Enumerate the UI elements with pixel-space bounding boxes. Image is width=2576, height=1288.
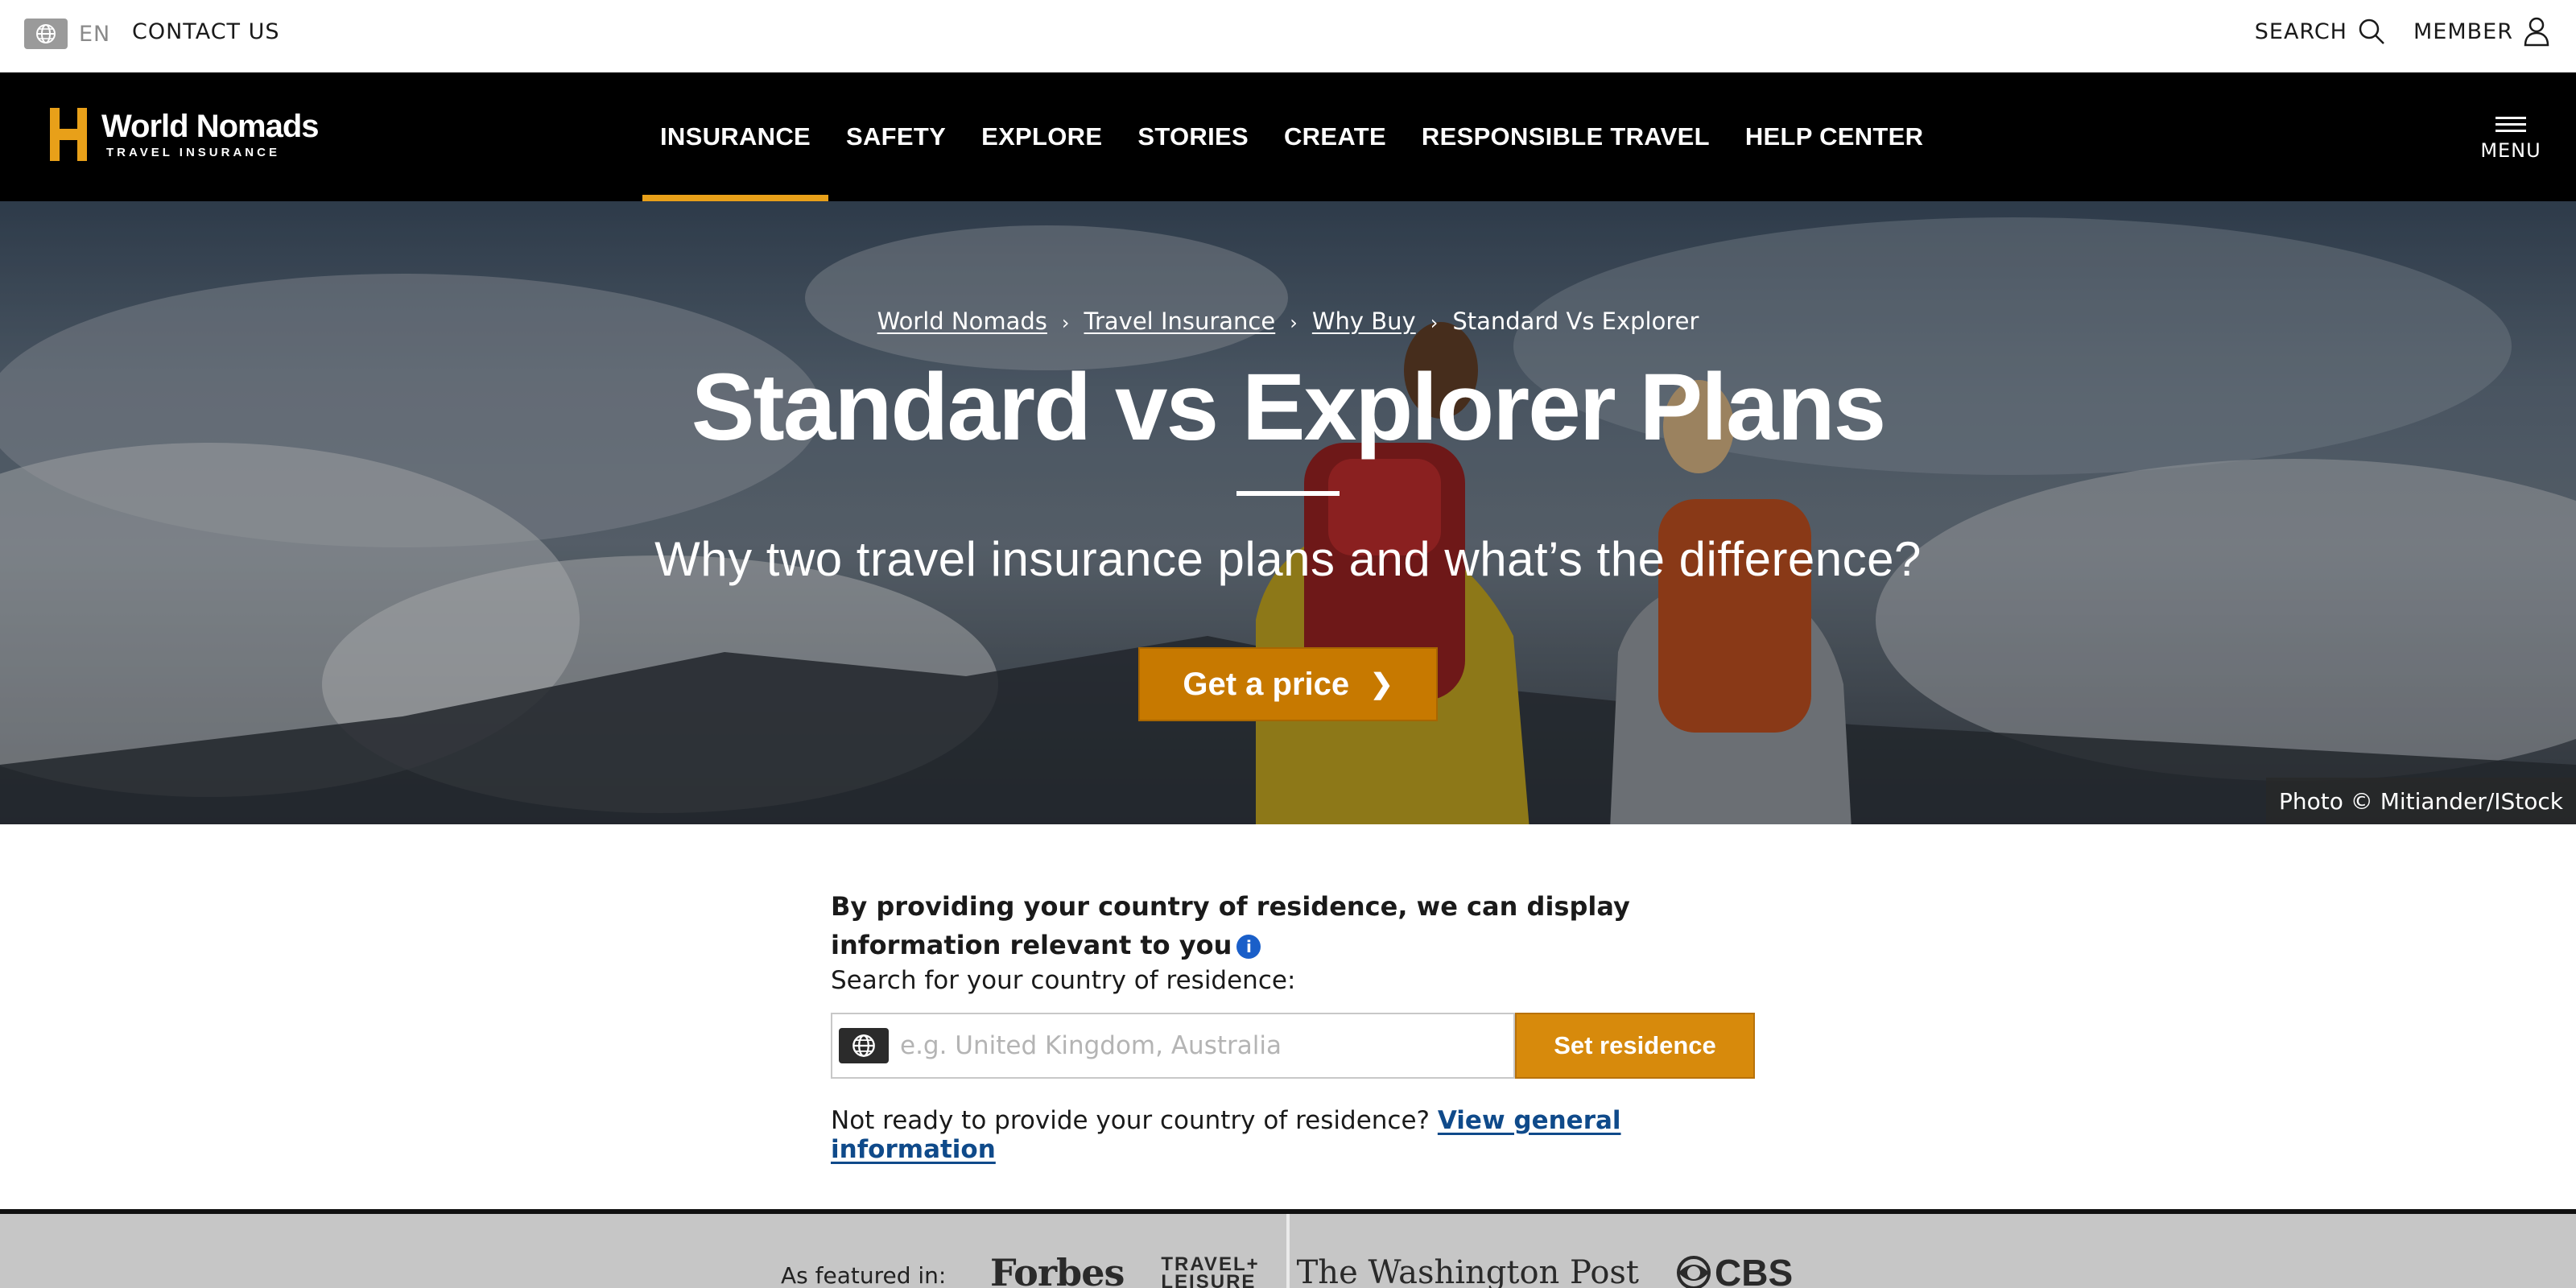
- set-residence-button[interactable]: Set residence: [1515, 1013, 1755, 1079]
- language-selector[interactable]: EN: [24, 18, 110, 50]
- logo-title: World Nomads: [101, 108, 320, 144]
- cbs-logo: CBS: [1676, 1251, 1793, 1288]
- search-button[interactable]: SEARCH: [2255, 17, 2386, 46]
- language-code: EN: [79, 21, 111, 47]
- utility-bar: EN CONTACT US SEARCH MEMBER: [0, 0, 2576, 72]
- contact-us-link[interactable]: CONTACT US: [132, 19, 280, 44]
- featured-logos: Forbes TRAVEL+ LEISURE The Washington Po…: [990, 1251, 1793, 1288]
- residence-lead-text: By providing your country of residence, …: [831, 887, 1757, 964]
- menu-button[interactable]: MENU: [2480, 113, 2541, 162]
- get-a-price-label: Get a price: [1183, 666, 1350, 702]
- globe-icon: [24, 19, 68, 49]
- residence-note: Not ready to provide your country of res…: [831, 1106, 1757, 1164]
- nav-item-explore[interactable]: EXPLORE: [964, 72, 1120, 201]
- travel-leisure-line-2: LEISURE: [1161, 1271, 1257, 1288]
- nav-item-stories[interactable]: STORIES: [1120, 72, 1266, 201]
- world-nomads-logo[interactable]: World Nomads TRAVEL INSURANCE: [47, 105, 320, 164]
- hamburger-icon: [2496, 113, 2526, 136]
- forbes-logo: Forbes: [990, 1251, 1125, 1288]
- photo-credit: Photo © Mitiander/IStock: [2266, 778, 2576, 824]
- nav-item-insurance[interactable]: INSURANCE: [642, 72, 828, 201]
- travel-leisure-logo: TRAVEL+ LEISURE: [1161, 1255, 1259, 1288]
- get-a-price-button[interactable]: Get a price ❯: [1138, 647, 1438, 721]
- hero-banner: World Nomads › Travel Insurance › Why Buy › St…: [0, 201, 2576, 824]
- nav-item-help-center[interactable]: HELP CENTER: [1728, 72, 1941, 201]
- hero-overlay: [0, 201, 2576, 824]
- cbs-eye-icon: [1677, 1256, 1711, 1288]
- search-icon: [2359, 19, 2384, 44]
- nav-item-create[interactable]: CREATE: [1266, 72, 1404, 201]
- logo-subtitle: TRAVEL INSURANCE: [106, 145, 280, 159]
- menu-label: MENU: [2480, 139, 2541, 162]
- nav-item-responsible-travel[interactable]: RESPONSIBLE TRAVEL: [1404, 72, 1728, 201]
- globe-icon: [839, 1028, 889, 1063]
- page-subtitle: Why two travel insurance plans and what’…: [654, 532, 1922, 586]
- residence-lead: By providing your country of residence, …: [831, 891, 1630, 960]
- main-navigation: World Nomads TRAVEL INSURANCE INSURANCE …: [0, 72, 2576, 201]
- country-search-placeholder: e.g. United Kingdom, Australia: [900, 1031, 1282, 1060]
- page-title: Standard vs Explorer Plans: [691, 354, 1887, 460]
- residence-panel: By providing your country of residence, …: [831, 887, 1757, 1164]
- washington-post-logo: The Washington Post: [1296, 1254, 1639, 1288]
- primary-nav-list: INSURANCE SAFETY EXPLORE STORIES CREATE …: [642, 72, 1941, 201]
- title-underline: [1236, 491, 1340, 496]
- member-button[interactable]: MEMBER: [2413, 16, 2552, 47]
- logo-mark-icon: [50, 108, 87, 161]
- user-icon: [2524, 17, 2549, 47]
- breadcrumb-why-buy[interactable]: Why Buy: [1312, 308, 1416, 335]
- country-search-input[interactable]: e.g. United Kingdom, Australia: [831, 1013, 1515, 1079]
- breadcrumb-travel-insurance[interactable]: Travel Insurance: [1084, 308, 1276, 335]
- nav-item-safety[interactable]: SAFETY: [828, 72, 964, 201]
- residence-form: e.g. United Kingdom, Australia Set resid…: [831, 1013, 1757, 1079]
- chevron-right-icon: ❯: [1370, 669, 1393, 700]
- chevron-right-icon: ›: [1290, 312, 1298, 334]
- info-icon[interactable]: i: [1236, 935, 1261, 959]
- chevron-right-icon: ›: [1061, 312, 1070, 334]
- featured-in-strip: As featured in: Forbes TRAVEL+ LEISURE T…: [0, 1209, 2576, 1288]
- search-label: SEARCH: [2254, 19, 2347, 44]
- residence-note-text: Not ready to provide your country of res…: [831, 1106, 1430, 1135]
- breadcrumb-current: Standard Vs Explorer: [1452, 308, 1699, 335]
- chevron-right-icon: ›: [1430, 312, 1439, 334]
- featured-label: As featured in:: [781, 1262, 947, 1288]
- cbs-text: CBS: [1715, 1252, 1794, 1288]
- member-label: MEMBER: [2413, 19, 2513, 44]
- breadcrumb-world-nomads[interactable]: World Nomads: [877, 308, 1047, 335]
- breadcrumb: World Nomads › Travel Insurance › Why Buy › St…: [0, 308, 2576, 335]
- residence-search-label: Search for your country of residence:: [831, 966, 1296, 995]
